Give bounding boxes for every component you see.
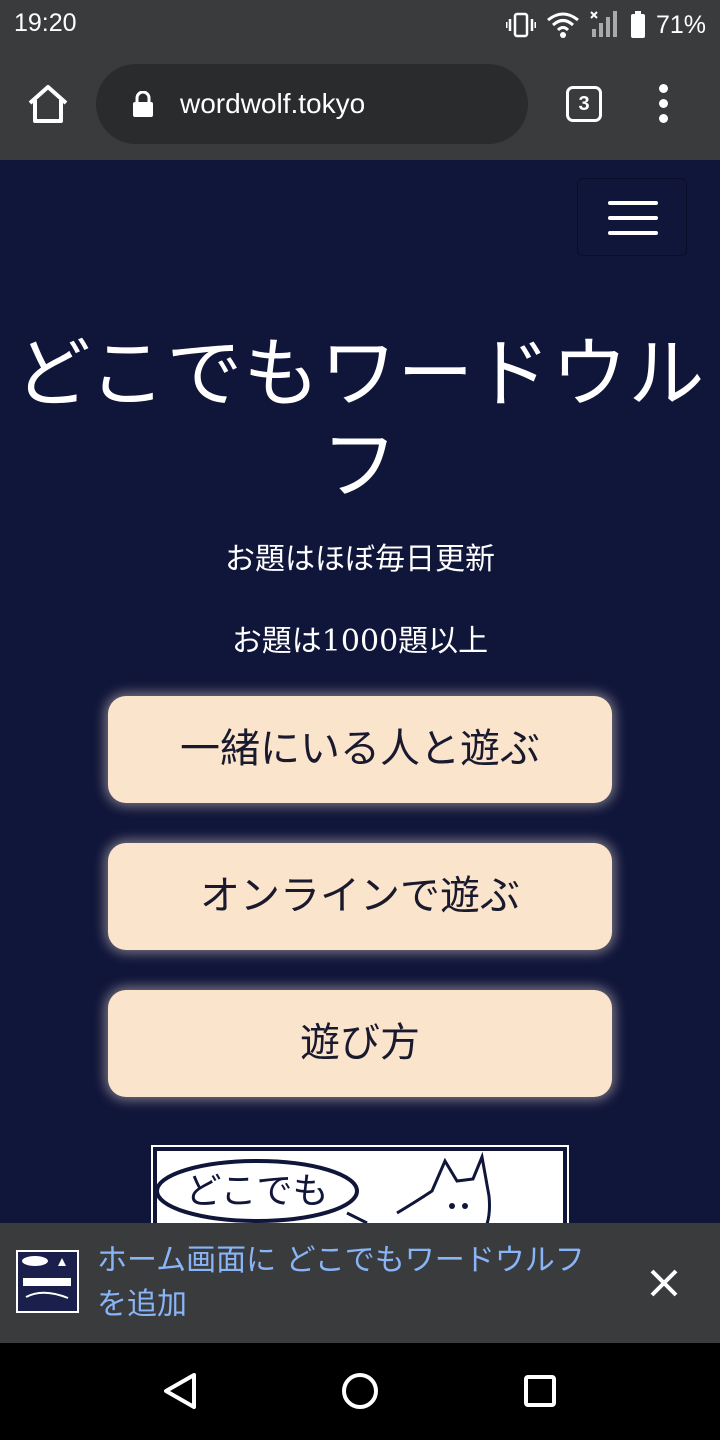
play-online-button[interactable]: オンラインで遊ぶ bbox=[108, 843, 612, 950]
add-to-home-link[interactable]: ホーム画面に どこでもワードウルフ を追加 bbox=[97, 1239, 607, 1327]
home-circle-icon[interactable] bbox=[340, 1371, 380, 1411]
home-icon[interactable] bbox=[24, 81, 72, 129]
close-icon[interactable] bbox=[644, 1263, 684, 1303]
add-to-home-banner: ホーム画面に どこでもワードウルフ を追加 bbox=[0, 1223, 720, 1343]
tagline-daily: お題はほぼ毎日更新 bbox=[225, 542, 495, 577]
browser-toolbar: wordwolf.tokyo 3 bbox=[0, 50, 720, 160]
logo-art: どこでも bbox=[157, 1151, 491, 1223]
page-content: どこでもワードウルフ お題はほぼ毎日更新 お題は1000題以上 一緒にいる人と遊… bbox=[0, 160, 720, 1223]
url-bar[interactable]: wordwolf.tokyo bbox=[96, 64, 528, 144]
how-to-play-button[interactable]: 遊び方 bbox=[108, 990, 612, 1097]
status-time: 19:20 bbox=[14, 9, 77, 37]
battery-icon bbox=[630, 11, 645, 38]
site-title: どこでもワードウルフ bbox=[14, 329, 706, 510]
url-text: wordwolf.tokyo bbox=[180, 88, 366, 119]
back-icon[interactable] bbox=[160, 1371, 200, 1411]
overflow-menu-icon[interactable] bbox=[650, 84, 678, 124]
tagline-count: お題は1000題以上 bbox=[231, 624, 489, 659]
wifi-icon bbox=[547, 12, 579, 38]
site-logo: どこでも bbox=[151, 1145, 569, 1223]
recents-icon[interactable] bbox=[520, 1371, 560, 1411]
logo-text: どこでも bbox=[186, 1171, 329, 1212]
hamburger-menu-icon[interactable] bbox=[577, 178, 687, 256]
signal-icon bbox=[590, 11, 617, 37]
app-icon bbox=[16, 1250, 79, 1313]
status-icons: 71% bbox=[505, 8, 706, 42]
lock-icon bbox=[133, 91, 153, 117]
play-together-button[interactable]: 一緒にいる人と遊ぶ bbox=[108, 696, 612, 803]
battery-percent: 71% bbox=[655, 10, 706, 39]
system-nav-bar bbox=[0, 1343, 720, 1440]
tab-switcher-button[interactable]: 3 bbox=[566, 86, 602, 122]
status-bar: 19:20 71% bbox=[0, 0, 720, 50]
vibrate-icon bbox=[505, 12, 536, 38]
